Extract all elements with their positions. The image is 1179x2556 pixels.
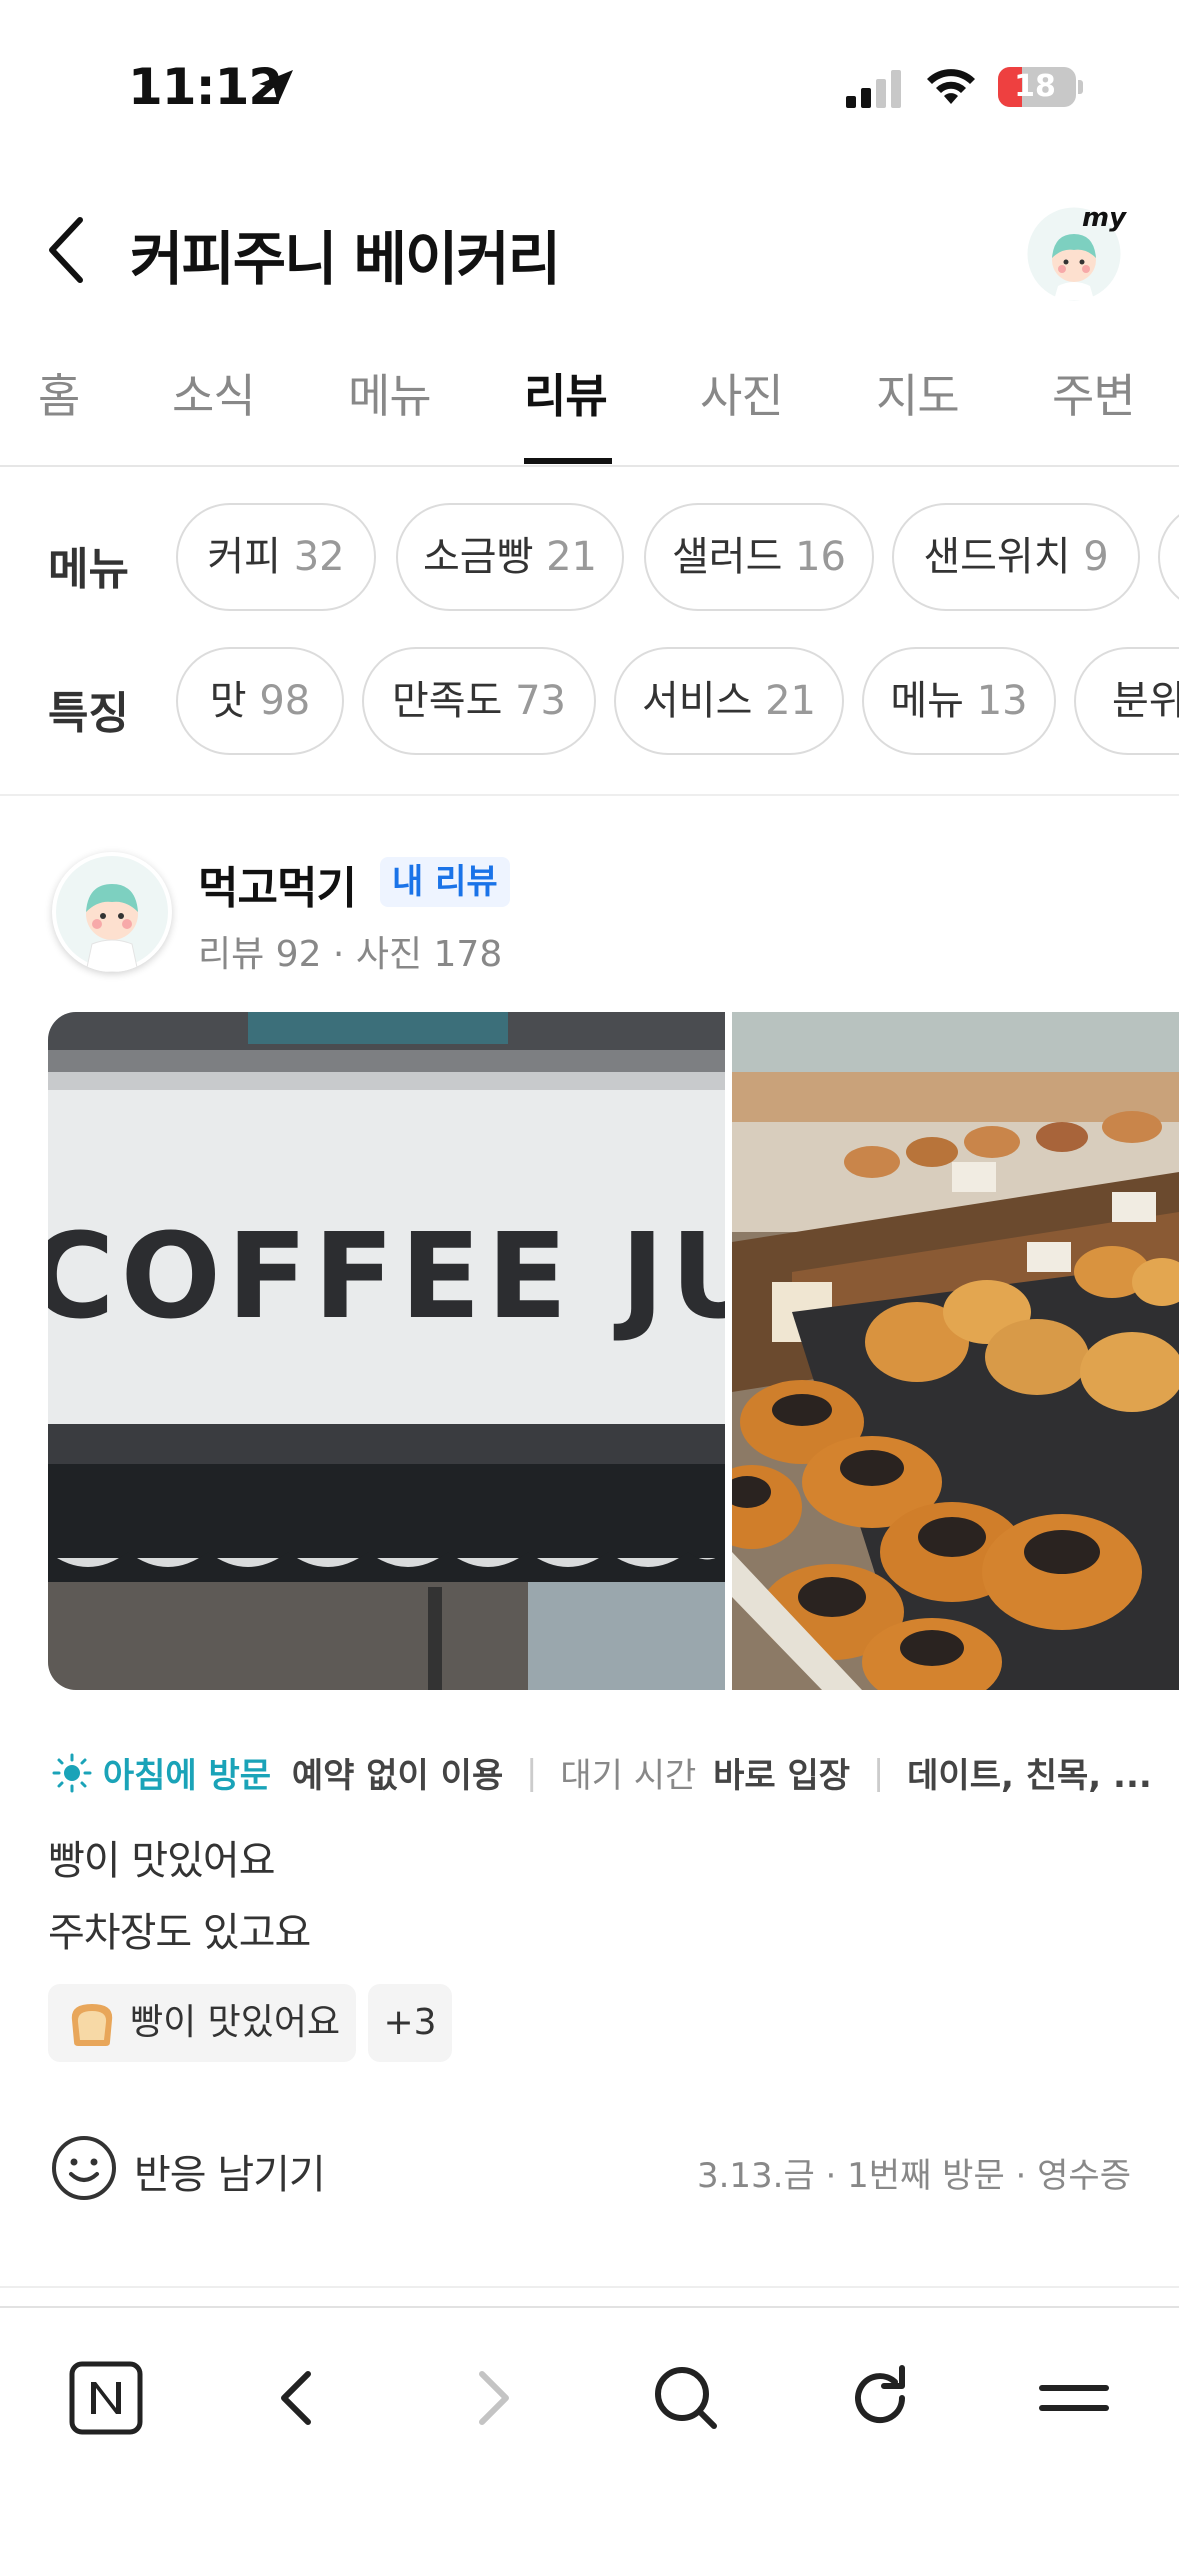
back-arrow-icon[interactable] bbox=[250, 2350, 346, 2446]
active-tab-indicator bbox=[524, 458, 612, 464]
tab-home[interactable]: 홈 bbox=[38, 360, 80, 426]
wait-time-value: 바로 입장 bbox=[713, 1756, 851, 1796]
filter-chip-salad[interactable]: 샐러드 16 bbox=[644, 503, 874, 611]
keyword-label: 빵이 맛있어요 bbox=[130, 2002, 341, 2043]
browser-toolbar bbox=[0, 2306, 1179, 2556]
filter-chip-menu[interactable]: 메뉴 13 bbox=[862, 647, 1056, 755]
chip-count: 9 bbox=[1083, 534, 1109, 580]
back-button[interactable] bbox=[40, 210, 100, 290]
review-photo-carousel[interactable]: COFFEE JUN bbox=[48, 1012, 1179, 1690]
tab-reviews[interactable]: 리뷰 bbox=[524, 360, 608, 426]
chip-name: 샐러드 bbox=[671, 534, 783, 580]
review-text-line: 빵이 맛있어요 bbox=[48, 1838, 276, 1884]
menu-filter-row: 메뉴 커피 32 소금빵 21 샐러드 16 샌드위치 9 bbox=[0, 503, 1179, 613]
review-photo-storefront[interactable]: COFFEE JUN bbox=[48, 1012, 725, 1690]
feature-filter-label: 특징 bbox=[48, 688, 129, 739]
chip-count: 21 bbox=[546, 534, 598, 580]
chip-name: 맛 bbox=[209, 678, 247, 724]
chip-count: 21 bbox=[765, 678, 817, 724]
sun-icon bbox=[52, 1753, 92, 1792]
my-label: my bbox=[1082, 203, 1127, 233]
section-divider bbox=[0, 794, 1179, 796]
more-keywords-chip[interactable]: +3 bbox=[368, 1984, 452, 2062]
visit-purpose: 데이트, 친목, ... bbox=[907, 1756, 1152, 1796]
tab-photos[interactable]: 사진 bbox=[700, 360, 784, 426]
visit-meta: 3.13.금 · 1번째 방문 · 영수증 bbox=[696, 2156, 1131, 2196]
filter-chip-more[interactable] bbox=[1158, 503, 1179, 611]
battery-level-text: 18 bbox=[1014, 69, 1056, 104]
wifi-icon bbox=[927, 69, 975, 104]
naver-home-icon[interactable] bbox=[58, 2350, 154, 2446]
chip-count: 16 bbox=[795, 534, 847, 580]
my-profile-avatar-button[interactable]: my bbox=[1024, 200, 1130, 306]
tab-map[interactable]: 지도 bbox=[876, 360, 960, 426]
chip-count: 73 bbox=[515, 678, 567, 724]
reviewer-avatar-image bbox=[56, 856, 168, 972]
tab-news[interactable]: 소식 bbox=[172, 360, 256, 426]
bread-icon bbox=[71, 2004, 113, 2046]
smile-icon[interactable] bbox=[50, 2134, 118, 2202]
my-review-badge: 내 리뷰 bbox=[380, 857, 510, 907]
location-arrow-icon bbox=[259, 70, 293, 104]
reservation-label: 예약 없이 이용 bbox=[291, 1756, 504, 1796]
keyword-chip[interactable]: 빵이 맛있어요 bbox=[48, 1984, 356, 2062]
wait-time-label: 대기 시간 bbox=[560, 1756, 697, 1796]
separator: | bbox=[872, 1752, 885, 1793]
chip-name: 샌드위치 bbox=[923, 534, 1071, 580]
search-icon[interactable] bbox=[638, 2350, 734, 2446]
refresh-icon[interactable] bbox=[832, 2350, 928, 2446]
filter-chip-taste[interactable]: 맛 98 bbox=[176, 647, 344, 755]
forward-arrow-icon[interactable] bbox=[444, 2350, 540, 2446]
review-divider bbox=[0, 2286, 1179, 2288]
visit-time-label: 아침에 방문 bbox=[102, 1756, 272, 1796]
filter-chip-salt-bread[interactable]: 소금빵 21 bbox=[396, 503, 624, 611]
chip-name: 분위 bbox=[1112, 678, 1179, 724]
chip-name: 소금빵 bbox=[422, 534, 534, 580]
tab-divider bbox=[0, 465, 1179, 467]
reviewer-avatar[interactable] bbox=[52, 852, 172, 972]
separator: | bbox=[526, 1752, 538, 1793]
reviewer-stats: 리뷰 92 · 사진 178 bbox=[198, 934, 503, 975]
review-photo-bakery-display[interactable] bbox=[732, 1012, 1179, 1690]
chip-count: 32 bbox=[293, 534, 345, 580]
reviewer-name[interactable]: 먹고먹기 bbox=[198, 852, 357, 916]
chip-name: 메뉴 bbox=[890, 678, 964, 724]
chip-count: 13 bbox=[976, 678, 1028, 724]
chip-name: 서비스 bbox=[641, 678, 753, 724]
visit-info-line: 아침에 방문 예약 없이 이용 | 대기 시간 바로 입장 | 데이트, 친목,… bbox=[52, 1748, 1152, 1797]
chip-count: 98 bbox=[259, 678, 311, 724]
chip-name: 만족도 bbox=[391, 678, 503, 724]
tab-bar: 홈 소식 메뉴 리뷰 사진 지도 주변 bbox=[0, 360, 1179, 468]
page-title: 커피주니 베이커리 bbox=[130, 225, 561, 293]
chip-name: 커피 bbox=[207, 534, 281, 580]
cellular-signal-icon bbox=[846, 70, 901, 108]
status-bar: 11:12 18 bbox=[0, 0, 1179, 170]
filter-chip-service[interactable]: 서비스 21 bbox=[614, 647, 844, 755]
filter-chip-satisfaction[interactable]: 만족도 73 bbox=[362, 647, 596, 755]
battery-indicator: 18 bbox=[998, 67, 1076, 107]
tab-nearby[interactable]: 주변 bbox=[1052, 360, 1136, 426]
filter-chip-atmosphere[interactable]: 분위 bbox=[1074, 647, 1179, 755]
leave-reaction-button[interactable]: 반응 남기기 bbox=[134, 2142, 326, 2200]
review-text-line: 주차장도 있고요 bbox=[48, 1910, 311, 1956]
battery-nub bbox=[1078, 80, 1083, 94]
feature-filter-row: 특징 맛 98 만족도 73 서비스 21 메뉴 13 분위 bbox=[0, 647, 1179, 757]
storefront-sign-text: COFFEE JUN bbox=[48, 1207, 725, 1345]
tab-menu[interactable]: 메뉴 bbox=[348, 360, 432, 426]
menu-filter-label: 메뉴 bbox=[48, 544, 129, 595]
filter-chip-sandwich[interactable]: 샌드위치 9 bbox=[892, 503, 1140, 611]
filter-chip-coffee[interactable]: 커피 32 bbox=[176, 503, 376, 611]
menu-icon[interactable] bbox=[1026, 2350, 1122, 2446]
